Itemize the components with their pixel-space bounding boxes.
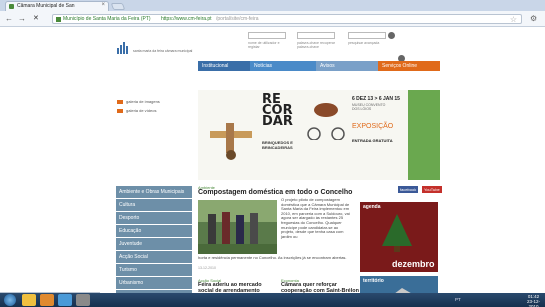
address-bar[interactable]: Município de Santa Maria da Feira (PT) h… (52, 14, 522, 24)
back-button[interactable]: ← (5, 14, 13, 24)
toy-horse-illustration (307, 103, 345, 140)
sidebar-item-educacao[interactable]: Educação (116, 225, 192, 238)
wrench-icon[interactable]: ⚙ (530, 14, 537, 23)
url-host: https://www.cm-feira.pt (161, 16, 212, 22)
forward-button[interactable]: → (18, 14, 26, 24)
tab-title: Câmara Municipal de San (17, 3, 75, 9)
media-player-taskbar-icon[interactable] (40, 294, 54, 306)
new-tab-button[interactable] (110, 3, 126, 10)
search-caption[interactable]: pesquisar avançada (348, 41, 392, 45)
password-field[interactable] (297, 32, 335, 39)
video-icon (117, 108, 123, 113)
agenda-widget[interactable]: agenda dezembro (360, 202, 438, 272)
explorer-taskbar-icon[interactable] (22, 294, 36, 306)
gallery-images-link[interactable]: galeria de imagens (117, 99, 160, 104)
banner-entry: ENTRADA GRATUITA (352, 138, 393, 143)
stop-button[interactable]: ✕ (33, 14, 39, 24)
site-identity-icon (56, 17, 61, 22)
news-photo-illustration (198, 200, 277, 254)
news-date: 13-12-2010 (198, 266, 216, 270)
top-navigation: Institucional Notícias Avisos Serviços O… (198, 61, 440, 71)
territorio-title: território (363, 278, 384, 284)
gallery-videos-link[interactable]: galeria de vídeos (117, 108, 156, 113)
start-button[interactable] (4, 294, 16, 306)
sidebar-item-turismo[interactable]: Turismo (116, 264, 192, 277)
search-input[interactable] (348, 32, 386, 39)
chrome-taskbar-icon[interactable] (58, 294, 72, 306)
username-caption[interactable]: nome de utilizador e registar (248, 41, 292, 49)
banner-museum: MUSEU CONVENTO DOS LÓIOS (352, 103, 386, 111)
banner-subtitle: BRINQUEDOS E BRINCADEIRAS (262, 140, 293, 150)
password-caption[interactable]: palavra-chave recuperar palavra-chave (297, 41, 341, 49)
agenda-title: agenda (363, 204, 381, 210)
login-go-icon[interactable] (388, 32, 395, 39)
app-taskbar-icon[interactable] (76, 294, 90, 306)
sidebar-item-cultura[interactable]: Cultura (116, 199, 192, 212)
sidebar-item-ambiente[interactable]: Ambiente e Obras Municipais (116, 186, 192, 199)
camera-icon (117, 99, 123, 104)
sidebar-item-desporto[interactable]: Desporto (116, 212, 192, 225)
language-indicator[interactable]: PT (455, 297, 461, 302)
bookmark-star-icon[interactable]: ☆ (510, 15, 517, 24)
banner-date: 6 DEZ 13 > 6 JAN 15 (352, 96, 400, 102)
sidebar-menu: Ambiente e Obras Municipais Cultura Desp… (116, 186, 192, 303)
news-title[interactable]: Compostagem doméstica em todo o Concelho (198, 189, 352, 196)
facebook-button[interactable]: facebook (398, 186, 419, 193)
toy-plane-illustration (210, 123, 252, 160)
web-page: santa maria da feira câmara municipal no… (0, 28, 545, 307)
news-photo[interactable] (198, 200, 277, 254)
sidebar-item-accao-social[interactable]: Acção Social (116, 251, 192, 264)
nav-institucional[interactable]: Institucional (198, 61, 250, 71)
browser-tabstrip: Câmara Municipal de San × (0, 0, 545, 11)
nav-avisos[interactable]: Avisos (316, 61, 378, 71)
favicon-icon (9, 4, 14, 9)
christmas-tree-illustration (382, 214, 412, 252)
clock-date: 23-12-2010 (526, 299, 540, 307)
browser-tab[interactable]: Câmara Municipal de San × (5, 1, 109, 11)
url-path: /portal/site/cm-feira (216, 16, 259, 22)
banner-exposicao: EXPOSIÇÃO (352, 123, 394, 130)
logo-text: santa maria da feira câmara municipal (133, 49, 193, 53)
nav-noticias[interactable]: Notícias (250, 61, 316, 71)
sidebar-item-juventude[interactable]: Juventude (116, 238, 192, 251)
tab-close-icon[interactable]: × (101, 2, 105, 8)
banner-recordar: RE COR DAR (262, 92, 293, 129)
site-identity-label: Município de Santa Maria da Feira (PT) (63, 16, 151, 22)
nav-servicos-online[interactable]: Serviços Online (378, 61, 440, 71)
browser-toolbar: ← → ✕ Município de Santa Maria da Feira … (0, 11, 545, 27)
banner-side-graphic (408, 90, 440, 180)
agenda-month: dezembro (392, 259, 435, 269)
youtube-button[interactable]: YouTube (422, 186, 442, 193)
news-body: O projeto piloto de compostagem doméstic… (281, 197, 350, 239)
username-field[interactable] (248, 32, 286, 39)
logo-icon[interactable] (117, 42, 131, 54)
system-clock[interactable]: 01:42 23-12-2010 (522, 294, 545, 307)
news-body-continued: horta e residência permanente no Concelh… (198, 255, 347, 260)
exhibition-banner[interactable]: RE COR DAR BRINQUEDOS E BRINCADEIRAS 6 D… (198, 90, 440, 180)
sidebar-item-urbanismo[interactable]: Urbanismo (116, 277, 192, 290)
windows-taskbar: PT 01:42 23-12-2010 (0, 293, 545, 307)
